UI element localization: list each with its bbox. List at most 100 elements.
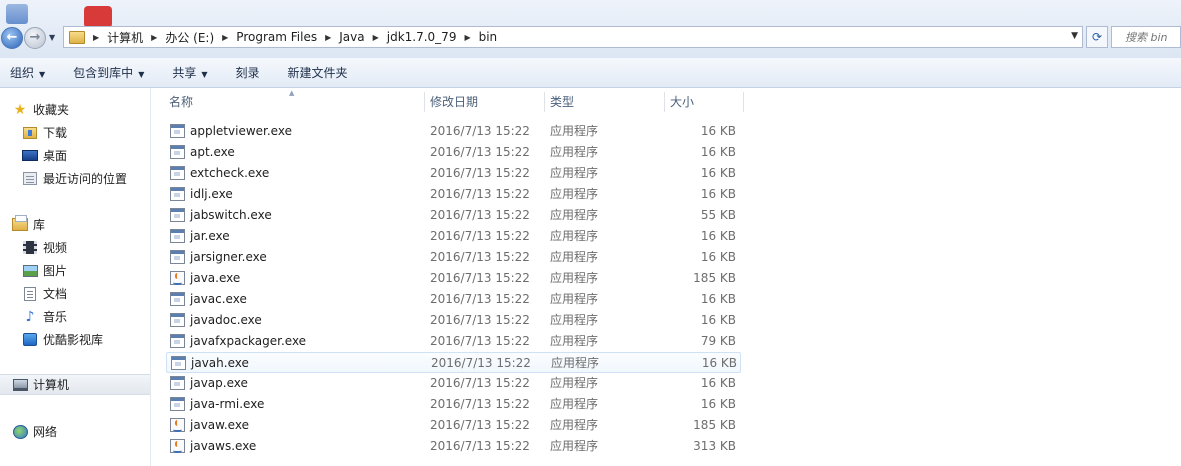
file-row[interactable]: javaw.exe 2016/7/13 15:22 应用程序 185 KB bbox=[166, 415, 741, 436]
file-size: 79 KB bbox=[700, 334, 736, 348]
sidebar-item-label: 最近访问的位置 bbox=[43, 172, 128, 186]
file-row[interactable]: jarsigner.exe 2016/7/13 15:22 应用程序 16 KB bbox=[166, 247, 741, 268]
search-box[interactable] bbox=[1111, 26, 1181, 48]
file-row[interactable]: javah.exe 2016/7/13 15:22 应用程序 16 KB bbox=[166, 352, 741, 373]
new-folder-button[interactable]: 新建文件夹 bbox=[278, 64, 358, 81]
file-type: 应用程序 bbox=[550, 187, 599, 201]
file-name: javaws.exe bbox=[190, 439, 257, 453]
file-row[interactable]: appletviewer.exe 2016/7/13 15:22 应用程序 16 KB bbox=[166, 121, 741, 142]
dropdown-arrow-icon: ▼ bbox=[201, 70, 208, 79]
file-row[interactable]: jar.exe 2016/7/13 15:22 应用程序 16 KB bbox=[166, 226, 741, 247]
recent-pages-chevron-icon[interactable]: ▼ bbox=[49, 33, 55, 42]
column-divider[interactable] bbox=[743, 92, 744, 112]
breadcrumb-bin[interactable]: bin bbox=[479, 30, 498, 44]
file-list: ▲ 名称 修改日期 类型 大小 appletviewer.exe 2016/7/1… bbox=[151, 88, 1181, 466]
search-input[interactable] bbox=[1125, 27, 1181, 47]
column-header-name[interactable]: 名称 bbox=[163, 88, 423, 116]
file-row[interactable]: extcheck.exe 2016/7/13 15:22 应用程序 16 KB bbox=[166, 163, 741, 184]
file-modified-date: 2016/7/13 15:22 bbox=[430, 397, 530, 411]
file-row[interactable]: javaws.exe 2016/7/13 15:22 应用程序 313 KB bbox=[166, 436, 741, 457]
sidebar-item-label: 视频 bbox=[43, 241, 68, 255]
sidebar-item-label: 优酷影视库 bbox=[43, 333, 104, 347]
sidebar-item-label: 收藏夹 bbox=[33, 103, 70, 117]
sidebar-item-pictures[interactable]: 图片 bbox=[0, 260, 150, 281]
column-header-type[interactable]: 类型 bbox=[544, 88, 664, 116]
sidebar-item-favorites[interactable]: ★ 收藏夹 bbox=[0, 99, 150, 120]
breadcrumb-computer[interactable]: 计算机 bbox=[107, 29, 143, 46]
breadcrumb-chevron-icon[interactable]: ▶ bbox=[93, 33, 99, 42]
java-icon bbox=[170, 418, 185, 432]
refresh-button[interactable]: ⟳ bbox=[1086, 26, 1108, 48]
sidebar-item-libraries[interactable]: 库 bbox=[0, 214, 150, 235]
file-name: extcheck.exe bbox=[190, 166, 270, 180]
sidebar-item-network[interactable]: 网络 bbox=[0, 421, 150, 442]
sidebar-item-music[interactable]: ♪ 音乐 bbox=[0, 306, 150, 327]
address-dropdown-icon[interactable]: ▼ bbox=[1071, 31, 1078, 41]
star-icon: ★ bbox=[13, 101, 27, 118]
exe-icon bbox=[170, 334, 185, 348]
breadcrumb-chevron-icon[interactable]: ▶ bbox=[151, 33, 157, 42]
file-name: jabswitch.exe bbox=[190, 208, 272, 222]
file-row[interactable]: idlj.exe 2016/7/13 15:22 应用程序 16 KB bbox=[166, 184, 741, 205]
organize-label: 组织 bbox=[10, 66, 35, 80]
file-size: 16 KB bbox=[700, 187, 736, 201]
taskbar-app-red-icon[interactable] bbox=[84, 6, 112, 28]
file-row[interactable]: javafxpackager.exe 2016/7/13 15:22 应用程序 79 … bbox=[166, 331, 741, 352]
sidebar-item-videos[interactable]: 视频 bbox=[0, 237, 150, 258]
file-modified-date: 2016/7/13 15:22 bbox=[430, 376, 530, 390]
file-modified-date: 2016/7/13 15:22 bbox=[430, 418, 530, 432]
breadcrumb-chevron-icon[interactable]: ▶ bbox=[373, 33, 379, 42]
breadcrumb-chevron-icon[interactable]: ▶ bbox=[222, 33, 228, 42]
organize-button[interactable]: 组织 ▼ bbox=[0, 64, 55, 81]
burn-button[interactable]: 刻录 bbox=[226, 64, 270, 81]
navigation-pane: ★ 收藏夹 下载 桌面 最近访问的位置 库 视频 图片 文档 ♪ 音乐 优酷影视… bbox=[0, 88, 150, 466]
file-row[interactable]: javap.exe 2016/7/13 15:22 应用程序 16 KB bbox=[166, 373, 741, 394]
exe-icon bbox=[170, 166, 185, 180]
file-row[interactable]: javac.exe 2016/7/13 15:22 应用程序 16 KB bbox=[166, 289, 741, 310]
sidebar-item-recent[interactable]: 最近访问的位置 bbox=[0, 168, 150, 189]
column-header-date[interactable]: 修改日期 bbox=[424, 88, 544, 116]
breadcrumb-java[interactable]: Java bbox=[339, 30, 364, 44]
sidebar-item-desktop[interactable]: 桌面 bbox=[0, 145, 150, 166]
dropdown-arrow-icon: ▼ bbox=[138, 70, 145, 79]
breadcrumb-chevron-icon[interactable]: ▶ bbox=[464, 33, 470, 42]
file-name: javah.exe bbox=[191, 356, 249, 370]
file-type: 应用程序 bbox=[551, 356, 600, 370]
file-row[interactable]: jabswitch.exe 2016/7/13 15:22 应用程序 55 KB bbox=[166, 205, 741, 226]
address-box[interactable]: ▶ 计算机 ▶ 办公 (E:) ▶ Program Files ▶ Java ▶… bbox=[63, 26, 1083, 48]
sidebar-item-youku[interactable]: 优酷影视库 bbox=[0, 329, 150, 350]
include-library-button[interactable]: 包含到库中 ▼ bbox=[63, 64, 154, 81]
breadcrumb-program-files[interactable]: Program Files bbox=[236, 30, 317, 44]
file-row[interactable]: java.exe 2016/7/13 15:22 应用程序 185 KB bbox=[166, 268, 741, 289]
back-button[interactable]: ← bbox=[1, 27, 23, 49]
file-row[interactable]: javadoc.exe 2016/7/13 15:22 应用程序 16 KB bbox=[166, 310, 741, 331]
file-name: javadoc.exe bbox=[190, 313, 262, 327]
sidebar-item-computer[interactable]: 计算机 bbox=[0, 374, 150, 395]
video-icon bbox=[22, 241, 38, 255]
taskbar-app-icon[interactable] bbox=[6, 4, 28, 24]
file-size: 16 KB bbox=[700, 313, 736, 327]
file-modified-date: 2016/7/13 15:22 bbox=[430, 292, 530, 306]
column-header-size[interactable]: 大小 bbox=[664, 88, 744, 116]
file-name: java.exe bbox=[190, 271, 241, 285]
include-library-label: 包含到库中 bbox=[73, 66, 134, 80]
file-row[interactable]: apt.exe 2016/7/13 15:22 应用程序 16 KB bbox=[166, 142, 741, 163]
exe-icon bbox=[170, 145, 185, 159]
file-name: java-rmi.exe bbox=[190, 397, 265, 411]
file-name: javac.exe bbox=[190, 292, 247, 306]
file-type: 应用程序 bbox=[550, 166, 599, 180]
file-modified-date: 2016/7/13 15:22 bbox=[430, 208, 530, 222]
sidebar-item-downloads[interactable]: 下载 bbox=[0, 122, 150, 143]
file-modified-date: 2016/7/13 15:22 bbox=[430, 187, 530, 201]
breadcrumb-jdk[interactable]: jdk1.7.0_79 bbox=[387, 30, 457, 44]
sidebar-item-documents[interactable]: 文档 bbox=[0, 283, 150, 304]
exe-icon bbox=[170, 313, 185, 327]
file-row[interactable]: java-rmi.exe 2016/7/13 15:22 应用程序 16 KB bbox=[166, 394, 741, 415]
file-modified-date: 2016/7/13 15:22 bbox=[431, 356, 531, 370]
back-arrow-icon: ← bbox=[6, 30, 18, 45]
breadcrumb-drive[interactable]: 办公 (E:) bbox=[165, 29, 214, 46]
file-size: 55 KB bbox=[700, 208, 736, 222]
breadcrumb-chevron-icon[interactable]: ▶ bbox=[325, 33, 331, 42]
share-button[interactable]: 共享 ▼ bbox=[162, 64, 217, 81]
forward-button[interactable]: → bbox=[24, 27, 46, 49]
